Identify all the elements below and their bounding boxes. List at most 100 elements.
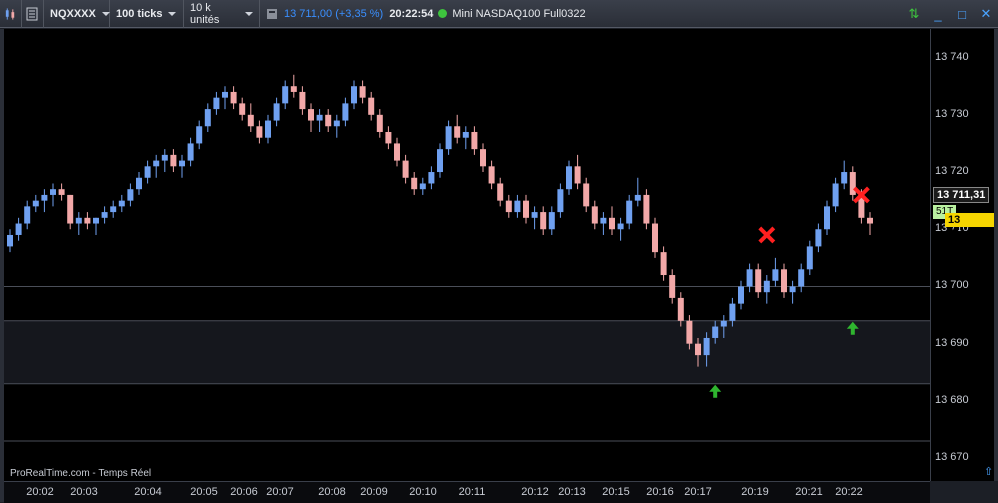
candle-body: [695, 343, 701, 356]
candle-body: [93, 217, 99, 224]
candle-body: [815, 229, 822, 247]
candle-body: [677, 297, 684, 321]
last-price: 13 711,00: [284, 7, 333, 20]
candle-body: [806, 246, 813, 270]
units-selector[interactable]: 10 k unités: [184, 0, 260, 28]
buy-arrow-icon: [709, 384, 722, 398]
candle-body: [308, 109, 314, 121]
candle-body: [505, 200, 512, 213]
time-tick-label: 20:15: [602, 486, 630, 498]
candle-body: [841, 172, 848, 184]
order-button[interactable]: ⇅: [906, 6, 922, 22]
maximize-button[interactable]: □: [954, 6, 970, 22]
price-chart[interactable]: ProRealTime.com - Temps Réel: [4, 29, 930, 481]
quote-time: 20:22:54: [389, 7, 434, 20]
timeframe-label: 100 ticks: [116, 7, 163, 20]
candle-body: [110, 206, 117, 213]
candle-body: [867, 217, 873, 224]
candle-body: [781, 269, 787, 293]
candle-body: [118, 200, 125, 207]
last-price-tag: 13 711,00: [945, 213, 998, 240]
instrument-label: NQXXXX: [50, 7, 96, 20]
candle-body: [359, 86, 366, 98]
candle-body: [24, 206, 31, 224]
candle-body: [763, 280, 770, 293]
candle-body: [161, 154, 168, 161]
time-axis[interactable]: 20:02 20:03 20:04 20:05 20:06 20:07 20:08 20:09…: [4, 481, 930, 503]
candle-body: [394, 143, 400, 161]
close-button[interactable]: ✕: [978, 6, 994, 22]
candlestick-chart[interactable]: [4, 29, 930, 481]
candle-body: [798, 269, 805, 287]
units-label: 10 k unités: [190, 1, 220, 26]
chart-settings-button[interactable]: [22, 0, 44, 28]
chart-type-button[interactable]: [0, 0, 22, 28]
time-tick-label: 20:21: [795, 486, 823, 498]
chevron-down-icon: [168, 11, 177, 16]
chart-toolbar: NQXXXX 100 ticks 10 k unités 13 711,00 (…: [0, 0, 998, 28]
candle-body: [462, 131, 469, 138]
candle-body: [454, 126, 461, 138]
chevron-down-icon: [101, 11, 110, 16]
candle-body: [849, 172, 856, 195]
candle-body: [265, 120, 271, 138]
window-controls: ⇅ _ □ ✕: [902, 0, 998, 28]
candle-body: [634, 194, 641, 201]
time-tick-label: 20:06: [230, 486, 258, 498]
candlestick-icon: [5, 7, 15, 20]
candle-body: [41, 194, 48, 201]
candle-body: [591, 206, 598, 224]
candle-body: [445, 126, 452, 150]
candle-body: [351, 86, 357, 104]
candle-body: [170, 154, 177, 167]
candle-body: [50, 189, 56, 195]
time-tick-label: 20:16: [646, 486, 674, 498]
price-change: (+3,35 %): [335, 7, 384, 20]
candle-body: [273, 103, 280, 121]
candle-body: [213, 97, 220, 110]
scroll-up-icon[interactable]: ⇧: [984, 465, 996, 479]
candle-body: [187, 143, 194, 161]
candle-body: [368, 97, 375, 115]
candle-body: [325, 114, 332, 127]
candle-body: [15, 223, 22, 235]
candle-body: [617, 223, 624, 230]
exit-cross-icon: [758, 226, 776, 244]
candle-body: [247, 114, 254, 127]
price-tick-label: 13 720: [935, 165, 969, 178]
instrument-description: Mini NASDAQ100 Full0322: [452, 7, 586, 20]
candle-body: [574, 166, 581, 184]
price-axis[interactable]: 13 67013 68013 69013 70013 71013 72013 7…: [930, 29, 998, 481]
time-tick-label: 20:10: [409, 486, 437, 498]
settings-icon: [26, 7, 38, 20]
minimize-button[interactable]: _: [930, 6, 946, 22]
candle-body: [669, 275, 676, 298]
candle-body: [290, 86, 297, 92]
candle-body: [299, 91, 306, 110]
candle-body: [385, 131, 392, 144]
candle-body: [738, 286, 744, 304]
candle-body: [712, 326, 719, 338]
candle-body: [548, 212, 555, 230]
instrument-selector[interactable]: NQXXXX: [44, 0, 110, 28]
candle-body: [746, 269, 753, 287]
support-zone: [4, 320, 930, 384]
candle-body: [557, 189, 564, 213]
time-tick-label: 20:05: [190, 486, 218, 498]
timeframe-selector[interactable]: 100 ticks: [110, 0, 184, 28]
quote-info: 13 711,00 (+3,35 %) 20:22:54 Mini NASDAQ…: [260, 0, 592, 28]
time-tick-label: 20:12: [521, 486, 549, 498]
candle-body: [376, 114, 383, 132]
price-tick-label: 13 740: [935, 50, 969, 63]
candle-body: [342, 103, 349, 121]
close-icon: ✕: [980, 6, 992, 21]
candle-body: [411, 177, 418, 190]
candle-body: [67, 194, 74, 224]
calculator-icon: [267, 8, 277, 19]
candle-body: [419, 183, 426, 190]
candle-body: [755, 269, 762, 293]
candle-body: [32, 200, 39, 207]
maximize-icon: □: [958, 6, 966, 22]
price-tick-label: 13 730: [935, 107, 969, 120]
time-tick-label: 20:11: [458, 486, 486, 498]
